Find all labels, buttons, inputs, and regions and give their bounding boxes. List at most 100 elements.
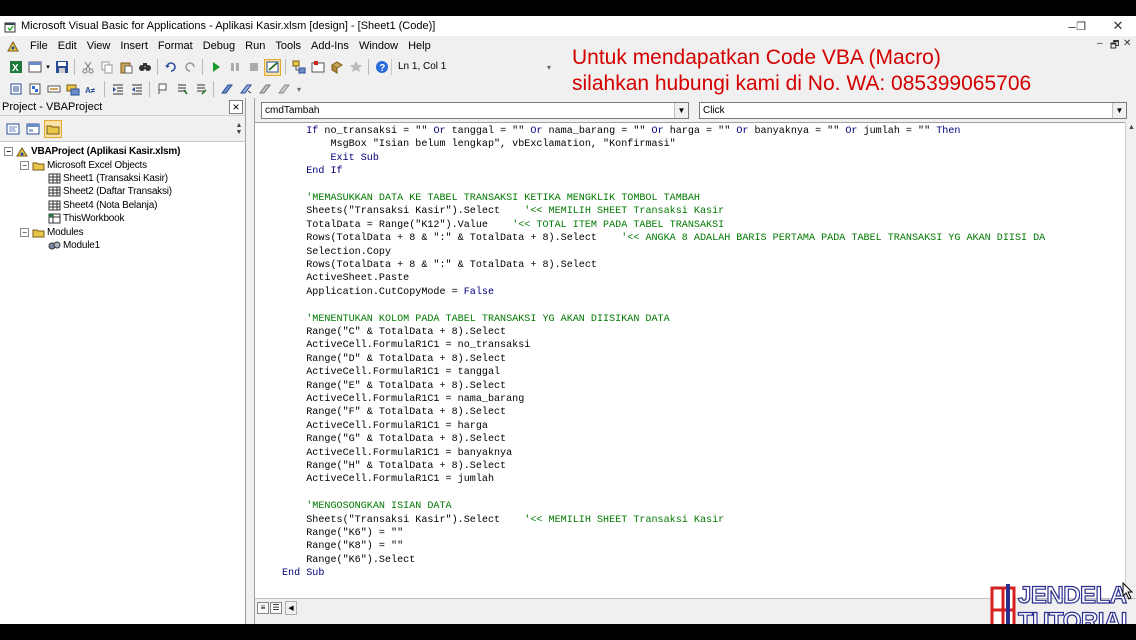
copy-icon[interactable] [98,59,115,76]
code-line[interactable]: Rows(TotalData + 8 & ":" & TotalData + 8… [282,232,1045,245]
edit-toolbar-overflow-icon[interactable]: ▾ [296,79,302,99]
tree-node[interactable]: − Modules [0,225,245,238]
code-line[interactable]: Range("C" & TotalData + 8).Select [282,326,506,339]
object-browser-icon[interactable] [328,59,345,76]
menu-edit[interactable]: Edit [53,40,82,52]
code-line[interactable]: If no_transaksi = "" Or tanggal = "" Or … [282,125,960,138]
code-line[interactable]: Range("F" & TotalData + 8).Select [282,406,506,419]
help-icon[interactable]: ? [373,59,390,76]
maximize-button[interactable]: ❐ [1063,16,1099,36]
list-constants-icon[interactable] [26,81,43,98]
procedure-dropdown[interactable]: Click ▼ [699,101,1127,119]
code-line[interactable]: 'MENENTUKAN KOLOM PADA TABEL TRANSAKSI Y… [282,313,669,326]
scroll-left-icon[interactable]: ◀ [285,600,297,615]
code-line[interactable]: MsgBox "Isian belum lengkap", vbExclamat… [282,138,675,151]
code-line[interactable]: 'MENGOSONGKAN ISIAN DATA [282,500,451,513]
code-line[interactable]: Exit Sub [282,152,378,165]
code-line[interactable]: ActiveCell.FormulaR1C1 = jumlah [282,473,494,486]
break-icon[interactable] [226,59,243,76]
view-object-icon[interactable] [24,120,42,138]
code-line[interactable]: Rows(TotalData + 8 & ":" & TotalData + 8… [282,259,597,272]
comment-block-icon[interactable] [173,81,190,98]
menu-view[interactable]: View [82,40,116,52]
code-line[interactable]: End If [282,165,342,178]
toggle-bookmark-icon[interactable] [218,81,235,98]
code-line[interactable]: 'MEMASUKKAN DATA KE TABEL TRANSAKSI KETI… [282,192,700,205]
tree-node[interactable]: Sheet4 (Nota Belanja) [0,199,245,212]
collapse-toggle[interactable]: − [20,160,29,170]
insert-userform-icon[interactable] [26,59,43,76]
reset-icon[interactable] [245,59,262,76]
project-explorer-close-button[interactable]: × [229,99,243,114]
code-line[interactable]: ActiveCell.FormulaR1C1 = nama_barang [282,393,524,406]
collapse-toggle[interactable]: − [20,227,29,237]
tree-node[interactable]: − VBAProject (Aplikasi Kasir.xlsm) [0,145,245,158]
menu-window[interactable]: Window [354,40,403,52]
menu-run[interactable]: Run [240,40,270,52]
code-line[interactable]: Range("H" & TotalData + 8).Select [282,460,506,473]
toolbox-icon[interactable] [347,59,364,76]
previous-bookmark-icon[interactable] [256,81,273,98]
menu-insert[interactable]: Insert [115,40,153,52]
properties-window-icon[interactable] [309,59,326,76]
mdi-minimize-button[interactable]: – [1097,38,1103,49]
uncomment-block-icon[interactable] [192,81,209,98]
clear-bookmarks-icon[interactable] [275,81,292,98]
code-line[interactable]: Range("D" & TotalData + 8).Select [282,353,506,366]
dropdown-arrow-icon[interactable]: ▾ [45,59,51,76]
vba-menu-icon[interactable] [4,38,21,55]
collapse-toggle[interactable]: − [4,147,13,157]
list-properties-icon[interactable] [7,81,24,98]
code-editor[interactable]: If no_transaksi = "" Or tanggal = "" Or … [255,122,1125,598]
redo-icon[interactable] [181,59,198,76]
code-line[interactable]: ActiveCell.FormulaR1C1 = no_transaksi [282,339,530,352]
procedure-view-button[interactable]: ≡ [257,601,269,614]
paste-icon[interactable] [117,59,134,76]
code-line[interactable]: Range("K6") = "" [282,527,403,540]
menu-help[interactable]: Help [403,40,436,52]
mdi-close-button[interactable]: ✕ [1123,38,1131,49]
code-line[interactable]: Selection.Copy [282,246,391,259]
code-line[interactable]: ActiveSheet.Paste [282,272,409,285]
undo-icon[interactable] [162,59,179,76]
tree-node[interactable]: ThisWorkbook [0,212,245,225]
code-line[interactable]: Range("K6").Select [282,554,415,567]
tree-node[interactable]: Module1 [0,239,245,252]
complete-word-icon[interactable]: A≠ [83,81,100,98]
menu-debug[interactable]: Debug [198,40,240,52]
menu-format[interactable]: Format [153,40,198,52]
code-line[interactable]: ActiveCell.FormulaR1C1 = banyaknya [282,447,512,460]
outdent-icon[interactable] [128,81,145,98]
toolbar-scroll-icon[interactable]: ▲ ▼ [235,120,243,138]
code-line[interactable]: TotalData = Range("K12").Value '<< TOTAL… [282,219,724,232]
next-bookmark-icon[interactable] [237,81,254,98]
code-line[interactable]: Range("E" & TotalData + 8).Select [282,380,506,393]
parameter-info-icon[interactable] [64,81,81,98]
project-explorer-icon[interactable] [290,59,307,76]
menu-tools[interactable]: Tools [270,40,306,52]
code-line[interactable]: Application.CutCopyMode = False [282,286,494,299]
code-vertical-scrollbar[interactable]: ▲ [1125,122,1136,598]
code-line[interactable]: ActiveCell.FormulaR1C1 = tanggal [282,366,500,379]
full-module-view-button[interactable]: ☰ [270,601,282,614]
menu-file[interactable]: File [25,40,53,52]
code-line[interactable]: Range("G" & TotalData + 8).Select [282,433,506,446]
code-line[interactable]: Sheets("Transaksi Kasir").Select '<< MEM… [282,205,724,218]
save-icon[interactable] [53,59,70,76]
tree-node[interactable]: − Microsoft Excel Objects [0,158,245,171]
scroll-up-icon[interactable]: ▲ [1128,124,1135,131]
design-mode-icon[interactable] [264,58,281,76]
quick-info-icon[interactable] [45,81,62,98]
object-dropdown[interactable]: cmdTambah ▼ [261,101,689,119]
code-line[interactable]: Sheets("Transaksi Kasir").Select '<< MEM… [282,514,724,527]
code-line[interactable]: Range("K8") = "" [282,540,403,553]
menu-add-ins[interactable]: Add-Ins [306,40,354,52]
view-excel-icon[interactable]: X [7,59,24,76]
toggle-folders-icon[interactable] [44,119,62,138]
code-line[interactable]: ActiveCell.FormulaR1C1 = harga [282,420,488,433]
toggle-breakpoint-icon[interactable] [154,81,171,98]
toolbar-overflow-icon[interactable]: ▾ [546,57,552,77]
view-code-icon[interactable] [4,120,22,138]
run-icon[interactable] [207,59,224,76]
indent-icon[interactable] [109,81,126,98]
